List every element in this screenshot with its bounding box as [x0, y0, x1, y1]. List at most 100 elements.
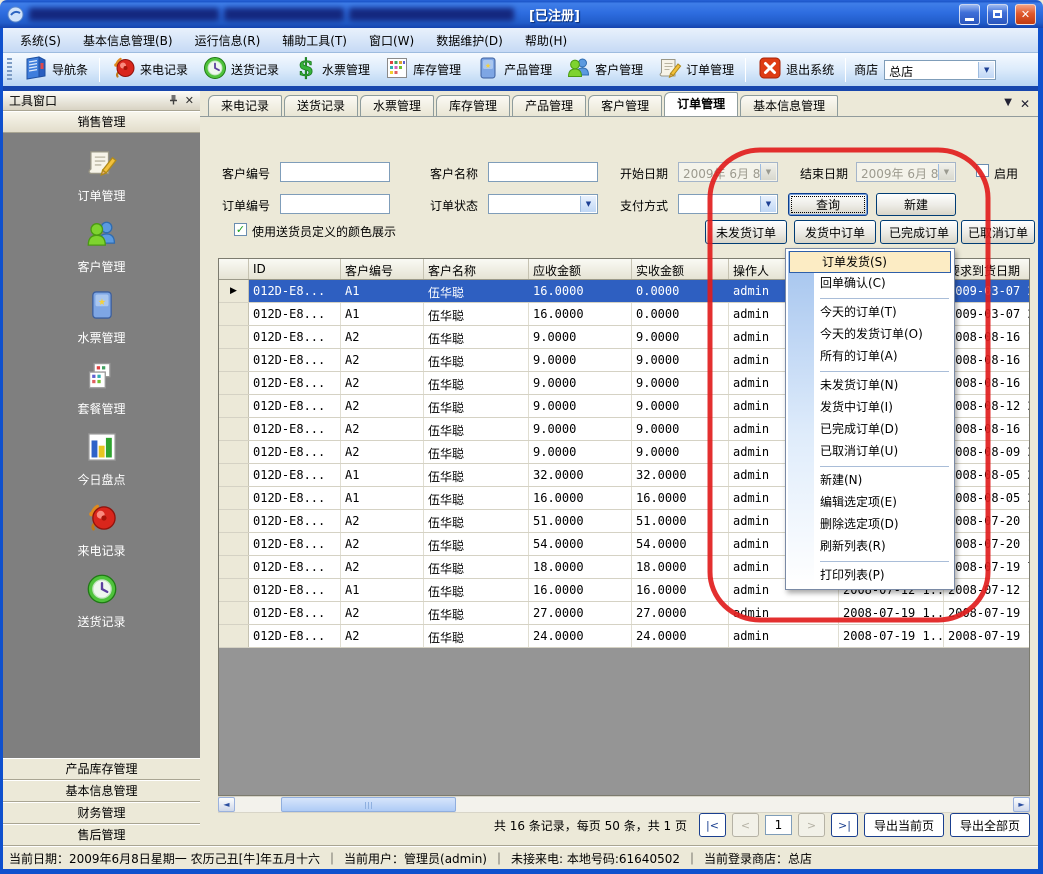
sidebar-section-button[interactable]: 产品库存管理 — [3, 758, 200, 780]
tab-产品管理[interactable]: 产品管理 — [512, 95, 586, 116]
sidebar-section-button[interactable]: 基本信息管理 — [3, 780, 200, 802]
context-menu-item[interactable]: 编辑选定项(E) — [788, 492, 952, 514]
order-context-menu: 订单发货(S)回单确认(C) 今天的订单(T)今天的发货订单(O)所有的订单(A)… — [785, 248, 955, 590]
shop-select[interactable]: 总店▼ — [884, 60, 996, 80]
menu-separator — [820, 298, 949, 299]
toolbar-button-alarm-bell[interactable]: 来电记录 — [104, 53, 195, 86]
sidebar-item-label: 订单管理 — [77, 187, 125, 204]
order-status-select[interactable]: ▼ — [488, 194, 598, 214]
status-filter-button[interactable]: 未发货订单 — [705, 220, 787, 244]
tab-送货记录[interactable]: 送货记录 — [284, 95, 358, 116]
grid-column-header[interactable]: 实收金额 — [632, 259, 729, 279]
toolbar-button-customers[interactable]: 客户管理 — [559, 53, 650, 86]
toolbar-button-inventory-grid[interactable]: 库存管理 — [377, 53, 468, 86]
table-row[interactable]: 012D-E8...A2伍华聪27.000027.0000admin2008-0… — [219, 602, 1029, 625]
prev-page-button[interactable]: < — [732, 813, 759, 837]
grid-column-header[interactable]: 客户名称 — [424, 259, 529, 279]
context-menu-item[interactable]: 打印列表(P) — [788, 565, 952, 587]
context-menu-item[interactable]: 订单发货(S) — [789, 251, 951, 273]
sidebar-item-water-card[interactable]: ★水票管理 — [3, 288, 200, 346]
tab-库存管理[interactable]: 库存管理 — [436, 95, 510, 116]
sidebar-close-icon[interactable]: ✕ — [185, 95, 194, 106]
export-all-pages-button[interactable]: 导出全部页 — [950, 813, 1030, 837]
context-menu-item[interactable]: 刷新列表(R) — [788, 536, 952, 558]
toolbar-button-delivery-clock[interactable]: 送货记录 — [195, 53, 286, 86]
next-page-button[interactable]: > — [798, 813, 825, 837]
tab-水票管理[interactable]: 水票管理 — [360, 95, 434, 116]
tab-来电记录[interactable]: 来电记录 — [208, 95, 282, 116]
context-menu-item[interactable]: 已完成订单(D) — [788, 419, 952, 441]
maximize-button[interactable] — [987, 4, 1008, 25]
start-date-picker[interactable]: 2009年 6月 8日 ▼ — [678, 162, 778, 182]
grid-column-header[interactable]: ID — [249, 259, 341, 279]
menubar-item[interactable]: 帮助(H) — [514, 29, 578, 52]
sidebar-item-order-pen[interactable]: 订单管理 — [3, 146, 200, 204]
table-cell: 伍华聪 — [424, 349, 529, 371]
toolbar-button-product-card[interactable]: ★产品管理 — [468, 53, 559, 86]
sidebar-section-button[interactable]: 售后管理 — [3, 824, 200, 846]
context-menu-item[interactable]: 今天的订单(T) — [788, 302, 952, 324]
tab-close-icon[interactable]: ✕ — [1020, 97, 1030, 111]
status-filter-button[interactable]: 已完成订单 — [880, 220, 958, 244]
sidebar-item-alarm-bell[interactable]: 来电记录 — [3, 501, 200, 559]
page-number-input[interactable] — [765, 815, 792, 835]
tab-客户管理[interactable]: 客户管理 — [588, 95, 662, 116]
query-button[interactable]: 查询 — [788, 193, 868, 216]
sidebar-item-package-grid[interactable]: 套餐管理 — [3, 359, 200, 417]
close-button[interactable]: ✕ — [1015, 4, 1036, 25]
customer-no-input[interactable] — [280, 162, 390, 182]
last-page-button[interactable]: >| — [831, 813, 858, 837]
sidebar-section-button[interactable]: 财务管理 — [3, 802, 200, 824]
sidebar-item-bar-chart[interactable]: 今日盘点 — [3, 430, 200, 488]
context-menu-item[interactable]: 删除选定项(D) — [788, 514, 952, 536]
status-filter-button[interactable]: 发货中订单 — [794, 220, 876, 244]
context-menu-item[interactable]: 所有的订单(A) — [788, 346, 952, 368]
menubar-item[interactable]: 辅助工具(T) — [271, 29, 358, 52]
pin-icon[interactable] — [168, 94, 179, 107]
table-row[interactable]: 012D-E8...A2伍华聪24.000024.0000admin2008-0… — [219, 625, 1029, 648]
table-cell: A2 — [341, 326, 424, 348]
minimize-button[interactable] — [959, 4, 980, 25]
menubar-item[interactable]: 系统(S) — [9, 29, 72, 52]
context-menu-item[interactable]: 发货中订单(I) — [788, 397, 952, 419]
first-page-button[interactable]: |< — [699, 813, 726, 837]
toolbar-button-order-pen[interactable]: 订单管理 — [650, 53, 741, 86]
tab-基本信息管理[interactable]: 基本信息管理 — [740, 95, 838, 116]
table-cell: 伍华聪 — [424, 487, 529, 509]
payment-select[interactable]: ▼ — [678, 194, 778, 214]
context-menu-item[interactable]: 新建(N) — [788, 470, 952, 492]
table-cell: 伍华聪 — [424, 326, 529, 348]
chevron-down-icon[interactable]: ▼ — [978, 62, 994, 78]
context-menu-item[interactable]: 今天的发货订单(O) — [788, 324, 952, 346]
grid-column-header[interactable]: 客户编号 — [341, 259, 424, 279]
tab-dropdown-icon[interactable]: ▼ — [1004, 97, 1012, 108]
bar-chart-icon — [85, 430, 119, 467]
context-menu-item[interactable]: 回单确认(C) — [788, 273, 952, 295]
context-menu-item[interactable]: 已取消订单(U) — [788, 441, 952, 463]
table-cell: 伍华聪 — [424, 303, 529, 325]
menubar-item[interactable]: 基本信息管理(B) — [72, 29, 184, 52]
toolbar-button-navigator-book[interactable]: 导航条 — [16, 53, 95, 86]
toolbar-button-dollar[interactable]: $水票管理 — [286, 53, 377, 86]
row-selector-cell — [219, 418, 249, 440]
deliveryman-color-checkbox[interactable]: ✓ — [234, 223, 247, 236]
new-button[interactable]: 新建 — [876, 193, 956, 216]
export-current-page-button[interactable]: 导出当前页 — [864, 813, 944, 837]
grid-column-header[interactable]: 应收金额 — [529, 259, 632, 279]
end-date-picker[interactable]: 2009年 6月 8日 ▼ — [856, 162, 956, 182]
customer-name-input[interactable] — [488, 162, 598, 182]
menubar-item[interactable]: 运行信息(R) — [184, 29, 272, 52]
order-no-input[interactable] — [280, 194, 390, 214]
menubar-item[interactable]: 窗口(W) — [358, 29, 425, 52]
sidebar-section-header[interactable]: 销售管理 — [3, 111, 200, 133]
enable-checkbox[interactable] — [976, 164, 989, 177]
toolbar-button-exit[interactable]: 退出系统 — [750, 53, 841, 86]
status-filter-button[interactable]: 已取消订单 — [961, 220, 1035, 244]
svg-text:★: ★ — [97, 298, 105, 308]
grid-column-header[interactable]: 要求到货日期 — [944, 259, 1030, 279]
sidebar-item-delivery-clock[interactable]: 送货记录 — [3, 572, 200, 630]
context-menu-item[interactable]: 未发货订单(N) — [788, 375, 952, 397]
tab-订单管理[interactable]: 订单管理 — [664, 92, 738, 116]
menubar-item[interactable]: 数据维护(D) — [425, 29, 514, 52]
sidebar-item-customers[interactable]: 客户管理 — [3, 217, 200, 275]
